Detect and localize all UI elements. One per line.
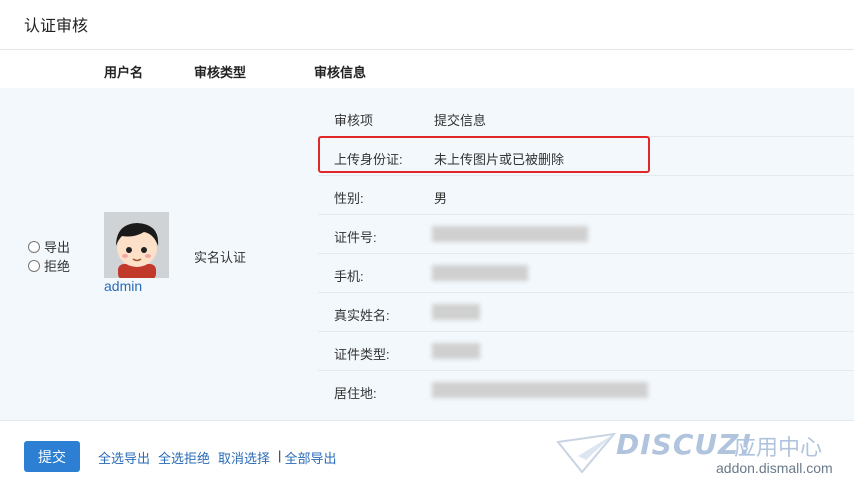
avatar[interactable] xyxy=(104,212,169,278)
radio-export-label: 导出 xyxy=(44,240,71,255)
redacted-value xyxy=(432,343,480,359)
avatar-cartoon-icon xyxy=(104,212,169,278)
paper-plane-icon xyxy=(556,432,616,474)
radio-export-circle[interactable] xyxy=(28,240,40,253)
info-label: 证件号: xyxy=(334,230,377,245)
info-row-gender: 性别: 男 xyxy=(318,176,854,215)
redacted-value xyxy=(432,265,528,281)
page-title: 认证审核 xyxy=(24,18,89,35)
info-label: 手机: xyxy=(334,269,364,284)
info-row-phone: 手机: xyxy=(318,254,854,293)
cancel-selection-link[interactable]: 取消选择 xyxy=(218,448,270,467)
info-row-real-name: 真实姓名: xyxy=(318,293,854,332)
info-header-label: 审核项 xyxy=(334,113,374,128)
info-header-value: 提交信息 xyxy=(434,113,487,128)
column-header-username: 用户名 xyxy=(104,65,144,80)
info-label: 证件类型: xyxy=(334,347,390,362)
redacted-value xyxy=(432,226,588,242)
batch-actions: 全选导出 全选拒绝 取消选择 | 全部导出 xyxy=(98,448,344,467)
username-link[interactable]: admin xyxy=(104,278,142,294)
redacted-value xyxy=(432,382,648,398)
submit-button[interactable]: 提交 xyxy=(24,441,80,472)
export-all-link[interactable]: 全部导出 xyxy=(284,448,336,467)
radio-export[interactable]: 导出 xyxy=(28,237,70,256)
column-header-review-type: 审核类型 xyxy=(194,65,247,80)
watermark-url: addon.dismall.com xyxy=(716,460,833,476)
info-label: 性别: xyxy=(334,191,364,206)
info-row-id-number: 证件号: xyxy=(318,215,854,254)
highlight-annotation xyxy=(318,136,650,173)
info-label: 真实姓名: xyxy=(334,308,390,323)
radio-reject-circle[interactable] xyxy=(28,259,40,272)
watermark-cn: 应用中心 xyxy=(734,435,823,460)
info-row-id-type: 证件类型: xyxy=(318,332,854,371)
separator: | xyxy=(278,448,282,463)
watermark: DISCUZ! 应用中心 addon.dismall.com xyxy=(556,424,846,484)
review-type: 实名认证 xyxy=(194,250,247,265)
info-label: 居住地: xyxy=(334,386,377,401)
select-all-export-link[interactable]: 全选导出 xyxy=(98,448,150,467)
column-header-review-info: 审核信息 xyxy=(314,65,367,80)
radio-reject[interactable]: 拒绝 xyxy=(28,256,70,275)
redacted-value xyxy=(432,304,480,320)
page-header: 认证审核 xyxy=(0,0,854,50)
table-header: 用户名 审核类型 审核信息 xyxy=(0,50,854,88)
info-value: 男 xyxy=(434,191,448,206)
select-all-reject-link[interactable]: 全选拒绝 xyxy=(158,448,210,467)
radio-reject-label: 拒绝 xyxy=(44,259,71,274)
watermark-brand: DISCUZ! xyxy=(616,428,754,461)
divider xyxy=(0,420,854,421)
decision-radio-group: 导出 拒绝 xyxy=(28,237,70,275)
info-header-row: 审核项 提交信息 xyxy=(318,98,854,137)
info-row-address: 居住地: xyxy=(318,371,854,410)
